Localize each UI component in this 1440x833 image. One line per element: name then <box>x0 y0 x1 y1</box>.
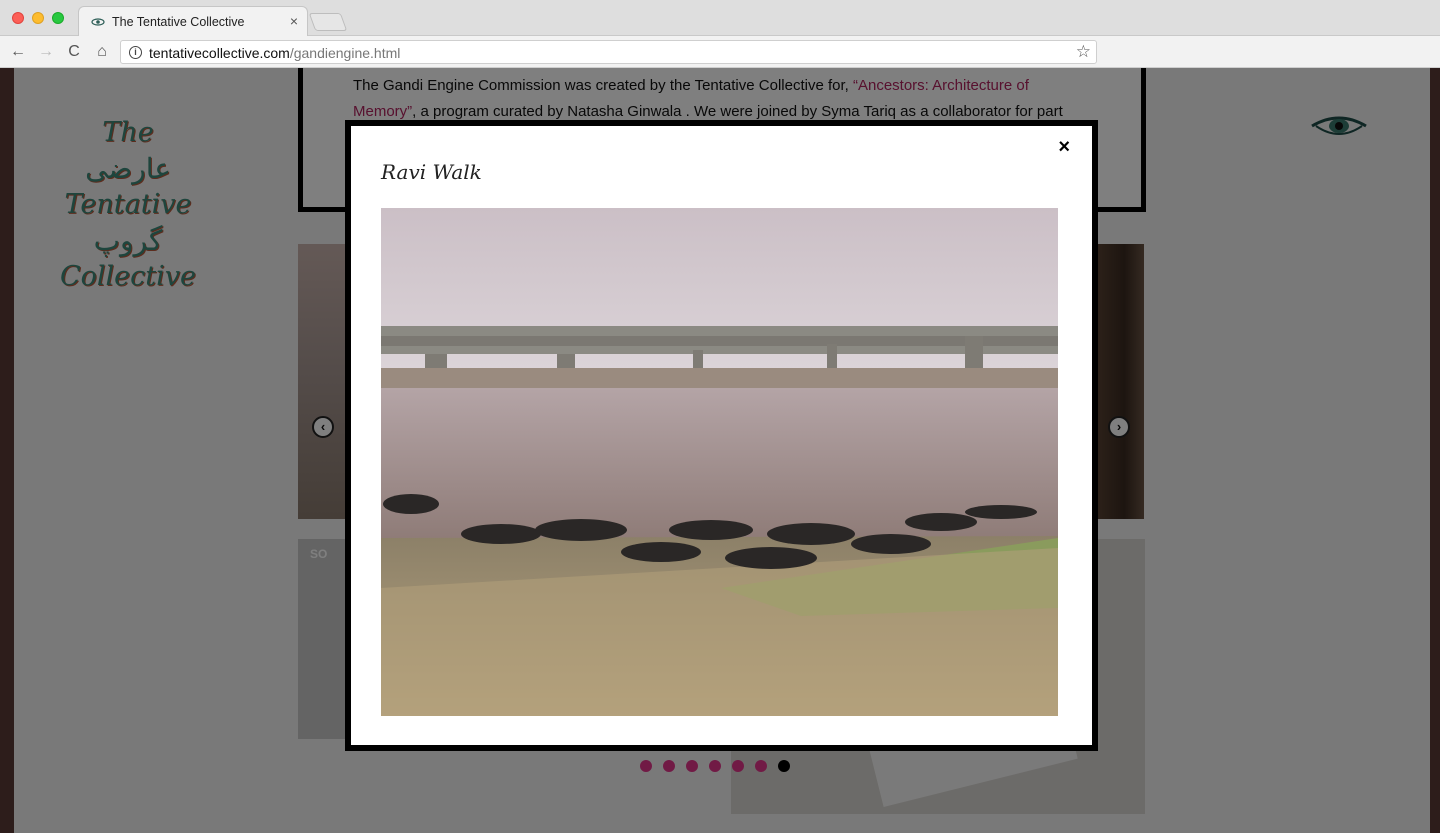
modal-title: Ravi Walk <box>381 160 482 184</box>
window-zoom-button[interactable] <box>52 12 64 24</box>
lightbox-modal: Ravi Walk × <box>345 120 1098 751</box>
browser-tab[interactable]: The Tentative Collective × <box>78 6 308 37</box>
address-bar[interactable]: i tentativecollective.com/gandiengine.ht… <box>120 40 1097 64</box>
url-text: tentativecollective.com/gandiengine.html <box>149 45 400 61</box>
tab-title: The Tentative Collective <box>112 15 245 29</box>
window-close-button[interactable] <box>12 12 24 24</box>
close-icon[interactable]: × <box>1058 136 1070 159</box>
home-icon[interactable]: ⌂ <box>92 42 112 62</box>
url-host: tentativecollective.com <box>149 45 290 61</box>
bookmark-star-icon[interactable]: ☆ <box>1076 42 1091 62</box>
ravi-walk-photo <box>381 208 1058 716</box>
back-arrow-icon[interactable]: ← <box>8 42 28 62</box>
browser-tab-bar: The Tentative Collective × <box>0 0 1440 37</box>
window-minimize-button[interactable] <box>32 12 44 24</box>
info-icon[interactable]: i <box>129 46 142 59</box>
tab-close-icon[interactable]: × <box>290 13 298 29</box>
url-path: /gandiengine.html <box>289 45 401 61</box>
forward-arrow-icon[interactable]: → <box>36 42 56 62</box>
eye-icon <box>91 18 105 26</box>
new-tab-button[interactable] <box>308 13 348 31</box>
reload-icon[interactable]: C <box>64 42 84 62</box>
browser-toolbar: ← → C ⌂ i tentativecollective.com/gandie… <box>0 36 1440 68</box>
web-page: The عارضی Tentative گروپ Collective The … <box>0 68 1440 833</box>
